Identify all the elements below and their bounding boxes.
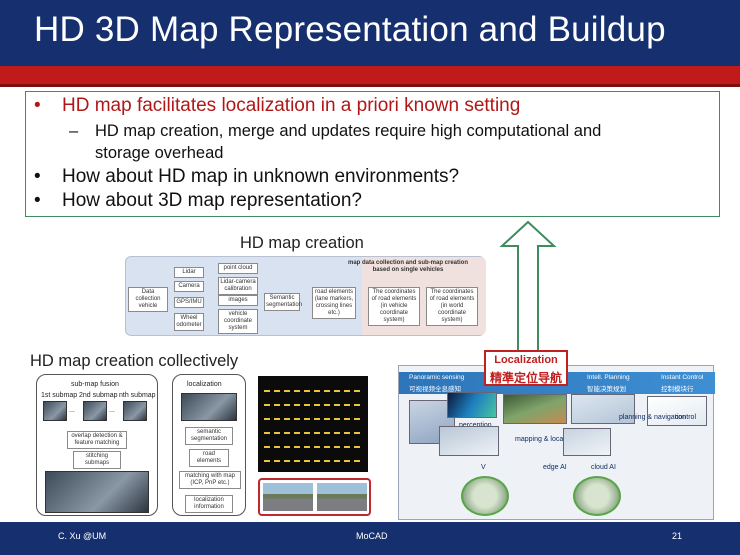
loc-step-segmentation: semantic segmentation — [185, 427, 233, 445]
submap-thumb — [83, 401, 107, 421]
loc-step-road-elements: road elements — [189, 449, 229, 467]
autonomous-system-figure: Panoramic sensing 可视视频全息感知 Intell. Plann… — [398, 365, 715, 520]
sub-bullet-line-1: HD map creation, merge and updates requi… — [95, 122, 602, 140]
footer-bar: C. Xu @UM MoCAD 21 — [0, 522, 740, 555]
loc-step-info: localization information — [185, 495, 233, 513]
perception-scene — [439, 426, 499, 456]
localization-tag: Localization 精準定位导航 — [484, 350, 568, 386]
input-point-cloud: point cloud — [218, 263, 258, 274]
bullet-box: • HD map facilitates localization in a p… — [25, 91, 720, 217]
collective-label: HD map creation collectively — [30, 352, 239, 370]
stage-control-cn: 控制模块行 — [661, 386, 694, 393]
bullet-1: • HD map facilitates localization in a p… — [34, 95, 521, 117]
ellipsis: ... — [69, 407, 75, 414]
dash-symbol: – — [69, 122, 79, 140]
sensor-wheel: Wheel odometer — [174, 313, 204, 331]
lane-line — [264, 446, 362, 448]
stage-planning: Intell. Planning — [587, 374, 630, 381]
up-arrow-icon — [499, 220, 557, 357]
footer-course: MoCAD — [356, 531, 388, 541]
sensor-lidar: Lidar — [174, 267, 204, 278]
lane-line — [264, 390, 362, 392]
bullet-2-text: How about HD map in unknown environments… — [62, 166, 460, 187]
ellipsis: ... — [109, 407, 115, 414]
sensor-gps: GPS/IMU — [174, 297, 204, 308]
diagram-source: Data collection vehicle — [128, 287, 168, 312]
cap-cloud-ai: cloud AI — [591, 464, 616, 471]
input-calibration: Lidar-camera calibration — [218, 277, 258, 295]
v2x-scene-circle — [573, 476, 621, 516]
fusion-step-overlap: overlap detection & feature matching — [67, 431, 127, 449]
stage-control: Instant Control — [661, 374, 704, 381]
submap-thumb — [123, 401, 147, 421]
fused-map-image — [45, 471, 149, 513]
title-bar: HD 3D Map Representation and Buildup — [0, 0, 740, 66]
loc-step-matching: matching with map (ICP, PnP etc.) — [179, 471, 241, 489]
part-control: control — [675, 414, 697, 421]
bullet-1-text: HD map facilitates localization in a pri… — [62, 95, 521, 116]
road-photo — [263, 483, 313, 511]
step-road-elements: road elements (lane markers, crossing li… — [312, 287, 356, 319]
v2x-scene-circle — [461, 476, 509, 516]
semantic-scene — [503, 394, 567, 424]
lane-map-image — [258, 376, 368, 472]
localization-tag-cn: 精準定位导航 — [489, 371, 562, 385]
bullet-dot: • — [34, 95, 41, 116]
bullet-2: • How about HD map in unknown environmen… — [34, 166, 460, 188]
cap-v: V — [481, 464, 486, 471]
step-vehicle-coords: The coordinates of road elements (in veh… — [368, 287, 420, 326]
submap-n-label: nth submap — [119, 392, 156, 399]
input-images: images — [218, 295, 258, 306]
localization-flow-title: localization — [187, 381, 222, 388]
hd-map-creation-diagram: map data collection and sub-map creation… — [125, 256, 486, 336]
lane-line — [264, 418, 362, 420]
slide-title: HD 3D Map Representation and Buildup — [34, 10, 666, 49]
dark-red-stripe — [0, 84, 740, 87]
cars-scene — [563, 428, 611, 456]
lane-line — [264, 460, 362, 462]
input-vehicle-coords: vehicle coordinate system — [218, 309, 258, 334]
localization-flow-panel: localization semantic segmentation road … — [172, 374, 246, 516]
submap-thumb — [43, 401, 67, 421]
camera-frame-image — [181, 393, 237, 421]
hd-map-creation-label: HD map creation — [240, 234, 364, 252]
submap-1-label: 1st submap — [41, 392, 78, 399]
fusion-title: sub-map fusion — [71, 381, 119, 388]
stage-sensing: Panoramic sensing — [409, 374, 465, 381]
pointcloud-scene — [447, 392, 497, 418]
diagram-header: map data collection and sub-map creation… — [347, 260, 469, 273]
sub-bullet: – HD map creation, merge and updates req… — [69, 122, 602, 141]
step-segmentation: Semantic segmentation — [264, 293, 302, 311]
road-photo — [317, 483, 367, 511]
submap-2-label: 2nd submap — [79, 392, 118, 399]
bullet-3: • How about 3D map representation? — [34, 190, 362, 212]
bullet-3-text: How about 3D map representation? — [62, 190, 362, 211]
control-scene — [647, 396, 707, 426]
red-stripe — [0, 66, 740, 84]
step-world-coords: The coordinates of road elements (in wor… — [426, 287, 478, 326]
bullet-dot: • — [34, 190, 41, 211]
footer-page-number: 21 — [672, 531, 683, 541]
footer-author: C. Xu @UM — [58, 531, 107, 541]
bullet-dot: • — [34, 166, 41, 187]
fusion-step-stitching: stitching submaps — [73, 451, 121, 469]
cap-edge-ai: edge AI — [543, 464, 567, 471]
submap-fusion-panel: sub-map fusion 1st submap 2nd submap nth… — [36, 374, 158, 516]
stage-planning-cn: 智能决策规划 — [587, 386, 626, 393]
road-photos-frame — [258, 478, 371, 516]
sub-bullet-line-2: storage overhead — [95, 144, 224, 162]
localization-tag-en: Localization — [494, 354, 558, 366]
sensor-camera: Camera — [174, 281, 204, 292]
lane-line — [264, 404, 362, 406]
lane-line — [264, 432, 362, 434]
